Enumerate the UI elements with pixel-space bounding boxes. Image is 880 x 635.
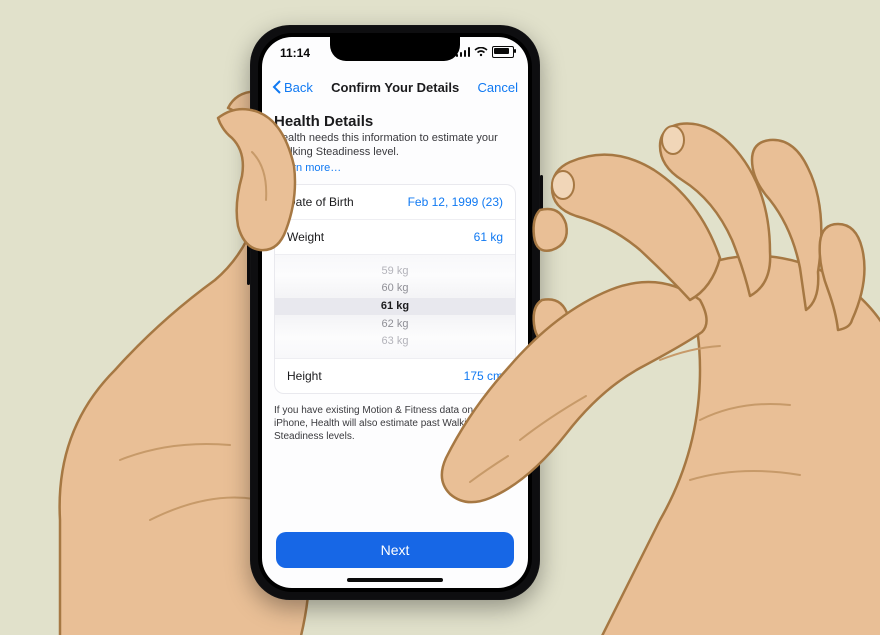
illustration-stage: 11:14 Back — [0, 0, 880, 635]
right-hand-illustration — [0, 0, 880, 635]
